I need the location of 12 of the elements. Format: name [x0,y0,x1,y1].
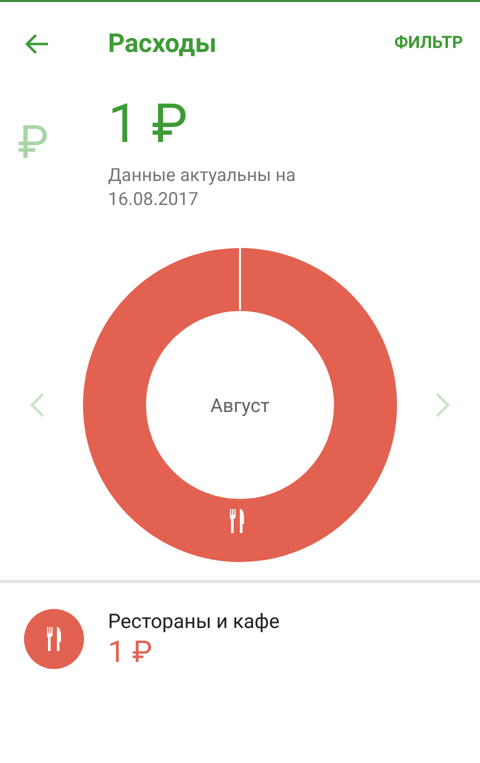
next-chevron-icon[interactable] [434,392,452,418]
page-title: Расходы [108,28,217,60]
month-label: Август [210,393,270,419]
cutlery-icon [230,509,244,533]
back-arrow-icon [24,33,50,55]
category-amount: 1 ₽ [108,635,152,671]
data-date-note: Данные актуальны на 16.08.2017 [108,164,297,212]
total-amount: 1 ₽ [108,98,188,152]
previous-amount: ₽ [18,120,49,166]
previous-chevron-icon[interactable] [28,392,46,418]
filter-button[interactable]: ФИЛЬТР [394,31,463,57]
category-name: Рестораны и кафе [108,608,280,635]
